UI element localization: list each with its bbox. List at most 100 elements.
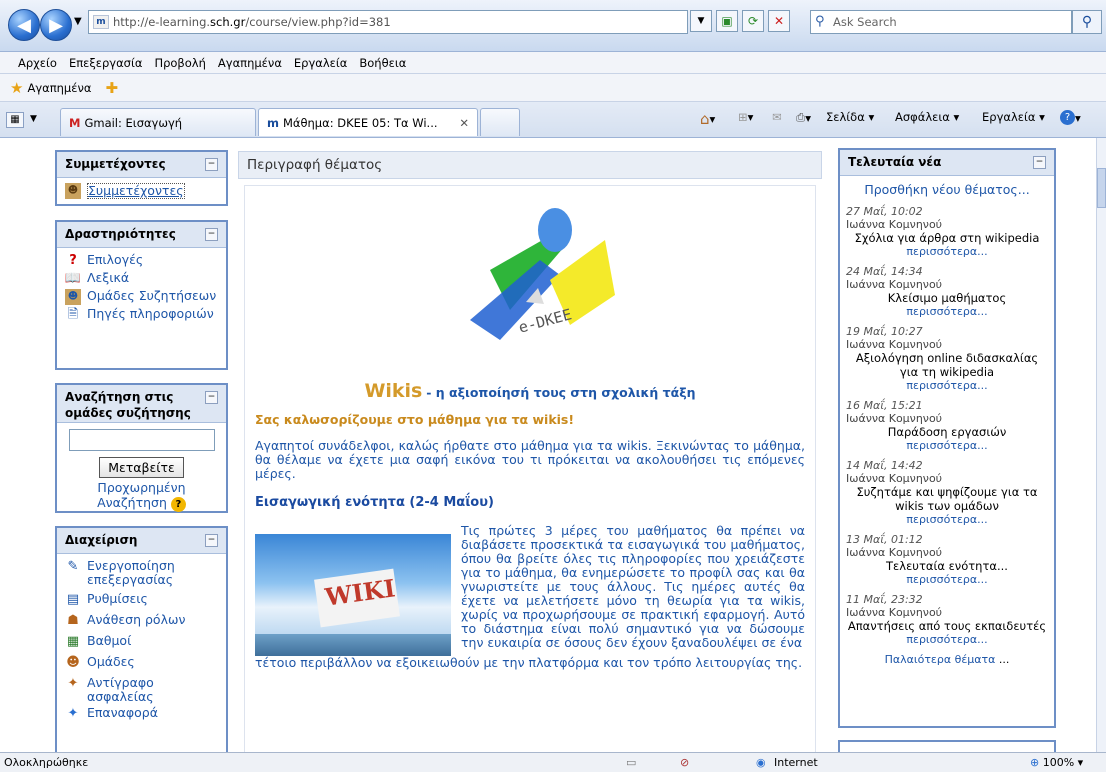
wikis-word: Wikis (364, 380, 423, 402)
admin-title: Διαχείριση (65, 533, 138, 547)
url-prefix: http://e-learning. (113, 15, 211, 29)
tools-menu[interactable]: Εργαλεία ▾ (982, 110, 1045, 124)
admin-assign-roles[interactable]: ☗ Ανάθεση ρόλων (65, 613, 218, 629)
activity-choices[interactable]: ? Επιλογές (65, 253, 218, 269)
compatibility-icon[interactable]: ▣ (716, 10, 738, 32)
admin-backup[interactable]: ✦ Αντίγραφο ασφαλείας (65, 676, 218, 704)
menu-tools[interactable]: Εργαλεία (294, 56, 347, 70)
menu-view[interactable]: Προβολή (154, 56, 205, 70)
menu-edit[interactable]: Επεξεργασία (69, 56, 142, 70)
history-dropdown-icon[interactable]: ▼ (74, 16, 82, 27)
advanced-search-link[interactable]: Προχωρημένη Αναζήτηση ? (67, 480, 216, 512)
news-author: Ιωάννα Κομνηνού (846, 472, 943, 485)
refresh-icon[interactable]: ⟳ (742, 10, 764, 32)
scroll-thumb[interactable] (1097, 168, 1106, 208)
tab-list-icon[interactable]: ▼ (30, 114, 37, 124)
menu-favorites[interactable]: Αγαπημένα (218, 56, 282, 70)
tab-gmail[interactable]: M Gmail: Εισαγωγή (60, 108, 256, 136)
participants-link[interactable]: ☻ Συμμετέχοντες (65, 183, 218, 199)
news-more-link[interactable]: περισσότερα... (846, 439, 1048, 452)
news-subject: Απαντήσεις από τους εκπαιδευτές (847, 619, 1047, 633)
news-subject: Αξιολόγηση online διδασκαλίας για τη wik… (855, 351, 1039, 379)
news-date: 13 Μαΐ, 01:12 (846, 533, 923, 546)
admin-restore[interactable]: ✦ Επαναφορά (65, 706, 218, 722)
menu-file[interactable]: Αρχείο (18, 56, 57, 70)
activity-choices-label: Επιλογές (87, 252, 144, 267)
new-tab-button[interactable] (480, 108, 520, 136)
news-block: Τελευταία νέα − Προσθήκη νέου θέματος... … (838, 148, 1056, 728)
edit-icon: ✎ (67, 559, 79, 574)
admin-groups[interactable]: ☻ Ομάδες (65, 655, 218, 671)
news-date: 14 Μαΐ, 14:42 (846, 459, 923, 472)
grades-icon: ▦ (66, 634, 80, 649)
quick-tabs-icon[interactable]: ▦ (6, 112, 24, 128)
activity-resources[interactable]: 🗎 Πηγές πληροφοριών (65, 307, 218, 323)
favorites-button[interactable]: Αγαπημένα (27, 81, 91, 95)
admin-grades[interactable]: ▦ Βαθμοί (65, 634, 218, 650)
page-scrollbar[interactable] (1096, 138, 1106, 752)
admin-settings-label: Ρυθμίσεις (87, 591, 148, 606)
forward-button[interactable]: ▶ (40, 9, 72, 41)
participants-link-label: Συμμετέχοντες (87, 183, 185, 199)
admin-grades-label: Βαθμοί (87, 633, 132, 648)
collapse-icon[interactable]: − (205, 534, 218, 547)
news-more-link[interactable]: περισσότερα... (846, 573, 1048, 586)
older-topics-link[interactable]: Παλαιότερα θέματα ... (846, 653, 1048, 666)
mail-icon[interactable]: ✉ (772, 110, 782, 124)
course-logo: e-DKEE (430, 200, 630, 360)
news-entry: 13 Μαΐ, 01:12 Ιωάννα Κομνηνού Τελευταία εν… (846, 533, 1048, 586)
news-more-link[interactable]: περισσότερα... (846, 633, 1048, 646)
zone-label: Internet (774, 756, 818, 769)
collapse-icon[interactable]: − (205, 391, 218, 404)
close-tab-icon[interactable]: ✕ (459, 116, 469, 130)
back-button[interactable]: ◀ (8, 9, 40, 41)
search-input[interactable]: ⚲ Ask Search (810, 10, 1072, 34)
gmail-icon: M (69, 115, 81, 130)
topic-header: Περιγραφή θέματος (238, 151, 822, 179)
sea (255, 634, 451, 656)
news-entry: 16 Μαΐ, 15:21 Ιωάννα Κομνηνού Παράδοση εργ… (846, 399, 1048, 452)
help-icon[interactable]: ? ▾ (1060, 110, 1081, 125)
forum-search-header: Αναζήτηση στις ομάδες συζήτησης − (57, 385, 226, 423)
menu-help[interactable]: Βοήθεια (359, 56, 406, 70)
stop-icon[interactable]: ✕ (768, 10, 790, 32)
tab-course[interactable]: m Μάθημα: DKEE 05: Τα Wi... ✕ (258, 108, 478, 136)
add-favorite-icon[interactable]: ✚ (105, 79, 118, 97)
news-more-link[interactable]: περισσότερα... (846, 513, 1048, 526)
news-subject: Τελευταία ενότητα... (886, 559, 1008, 573)
home-icon[interactable]: ⌂ ▾ (700, 110, 715, 128)
collapse-icon[interactable]: − (205, 158, 218, 171)
print-icon[interactable]: ⎙ ▾ (796, 110, 811, 125)
groups-icon: ☻ (66, 655, 80, 670)
news-more-link[interactable]: περισσότερα... (846, 245, 1048, 258)
add-topic-link[interactable]: Προσθήκη νέου θέματος... (846, 182, 1048, 197)
news-subject: Κλείσιμο μαθήματος (887, 291, 1007, 305)
news-more-link[interactable]: περισσότερα... (846, 305, 1048, 318)
help-circle-icon[interactable]: ? (170, 497, 186, 512)
browser-toolbar: ◀ ▶ ▼ m http://e-learning. sch.gr/course/… (0, 0, 1106, 52)
go-button[interactable]: Μεταβείτε (99, 457, 184, 478)
search-button[interactable]: ⚲ (1072, 10, 1102, 34)
activity-forums[interactable]: ☻ Ομάδες Συζητήσεων (65, 289, 218, 305)
search-placeholder: Ask Search (833, 15, 897, 29)
admin-settings[interactable]: ▤ Ρυθμίσεις (65, 592, 218, 608)
page-menu[interactable]: Σελίδα ▾ (826, 110, 874, 124)
address-dropdown-icon[interactable]: ▼ (690, 10, 712, 32)
forum-search-input[interactable] (68, 429, 215, 451)
section-paragraph-cont: τέτοιο περιβάλλον να εξοικειωθούν με την… (255, 655, 803, 670)
activity-glossaries[interactable]: 📖 Λεξικά (65, 271, 218, 287)
collapse-icon[interactable]: − (1033, 156, 1046, 169)
safety-menu[interactable]: Ασφάλεια ▾ (895, 110, 959, 124)
news-author: Ιωάννα Κομνηνού (846, 546, 943, 559)
section-heading: Εισαγωγική ενότητα (2-4 Μαΐου) (255, 495, 494, 510)
news-entry: 11 Μαΐ, 23:32 Ιωάννα Κομνηνού Απαντήσεις α… (846, 593, 1048, 646)
collapse-icon[interactable]: − (205, 228, 218, 241)
address-bar[interactable]: m http://e-learning. sch.gr/course/view.p… (88, 10, 688, 34)
favorites-star-icon[interactable]: ★ (10, 79, 23, 97)
admin-turn-editing-on[interactable]: ✎ Ενεργοποίηση επεξεργασίας (65, 559, 218, 587)
favorites-bar: ★ Αγαπημένα ✚ (0, 74, 1106, 102)
news-author: Ιωάννα Κομνηνού (846, 412, 943, 425)
news-more-link[interactable]: περισσότερα... (846, 379, 1048, 392)
feeds-icon[interactable]: ⊞ ▾ (738, 110, 753, 124)
zoom-control[interactable]: ⊕ 100% ▾ (1030, 756, 1083, 769)
